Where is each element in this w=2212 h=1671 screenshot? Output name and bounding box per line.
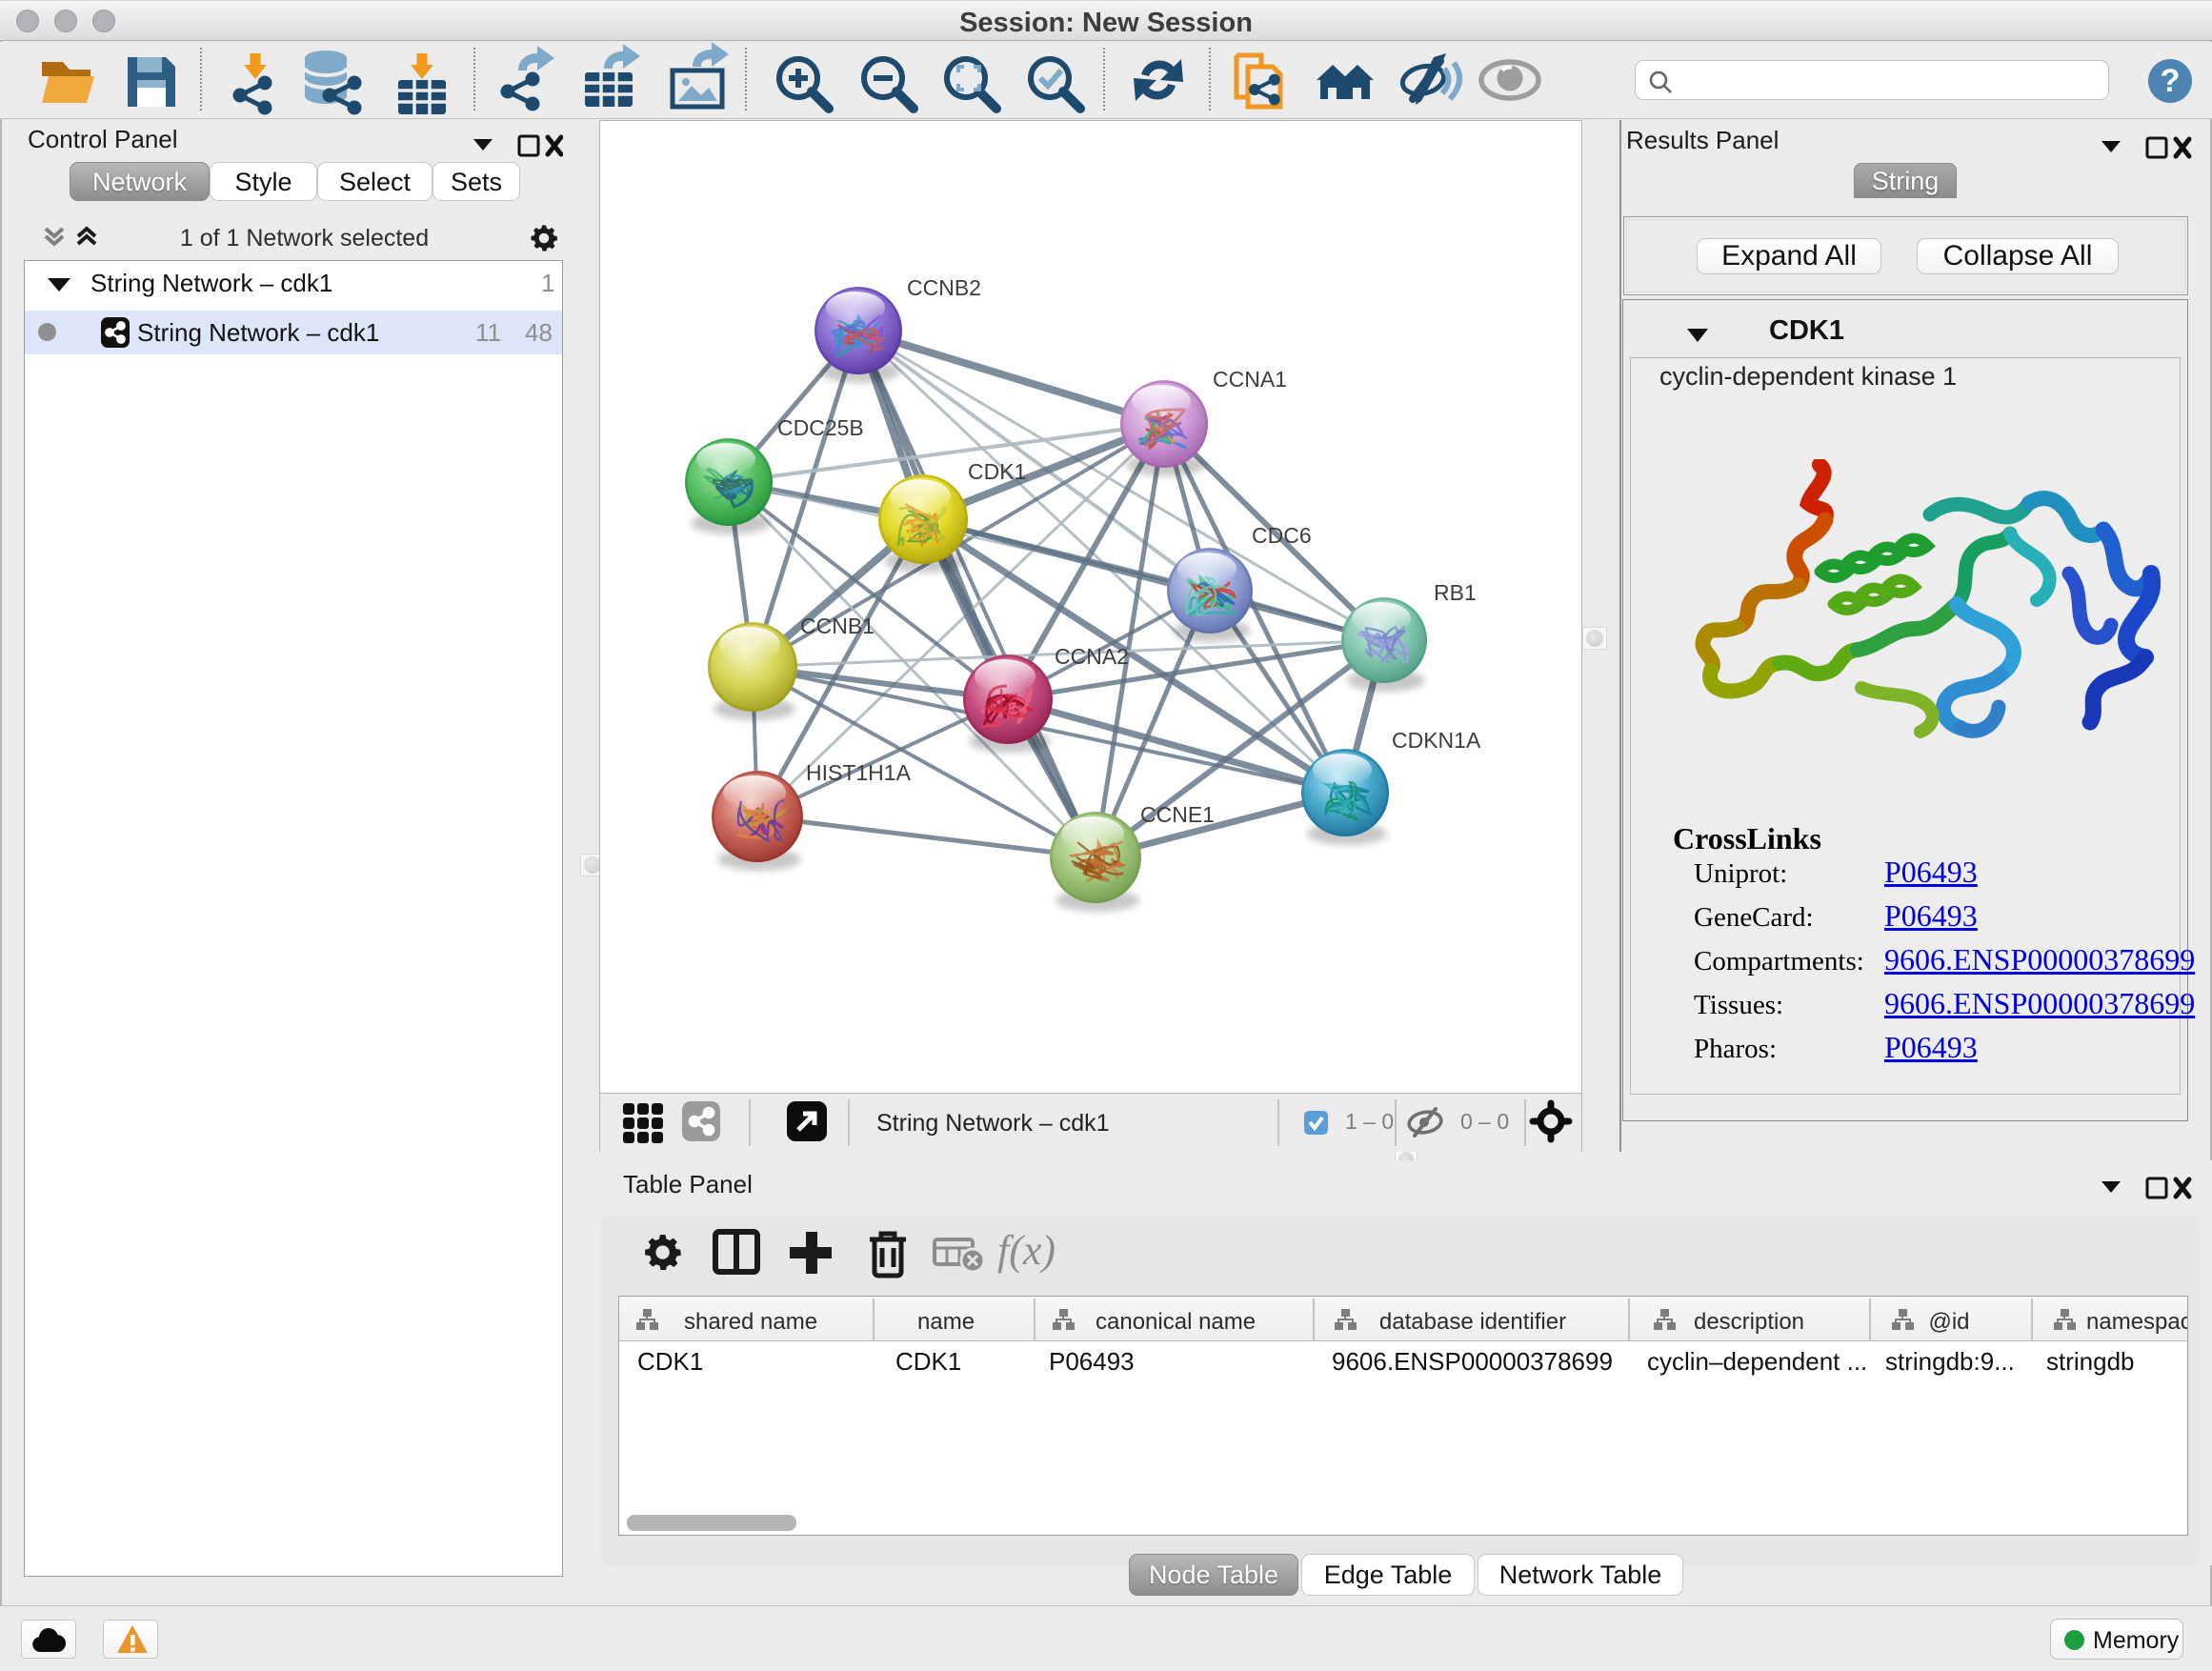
svg-text:CCNB1: CCNB1 bbox=[800, 614, 875, 638]
svg-text:CDK1: CDK1 bbox=[968, 459, 1026, 484]
svg-text:9606.ENSP00000378699: 9606.ENSP00000378699 bbox=[1332, 1347, 1613, 1376]
svg-text:CDC25B: CDC25B bbox=[777, 415, 864, 440]
svg-text:CDKN1A: CDKN1A bbox=[1392, 728, 1481, 753]
svg-text:P06493: P06493 bbox=[1049, 1347, 1135, 1376]
svg-text:f(x): f(x) bbox=[997, 1227, 1056, 1274]
svg-text:stringdb:9...: stringdb:9... bbox=[1885, 1347, 2015, 1376]
svg-text:CDC6: CDC6 bbox=[1252, 523, 1312, 548]
svg-text:1 – 0: 1 – 0 bbox=[1345, 1109, 1394, 1134]
svg-text:description: description bbox=[1694, 1309, 1804, 1335]
svg-text:shared name: shared name bbox=[684, 1309, 817, 1335]
svg-text:CCNB2: CCNB2 bbox=[907, 275, 981, 300]
svg-text:canonical name: canonical name bbox=[1096, 1309, 1256, 1335]
svg-text:HIST1H1A: HIST1H1A bbox=[806, 760, 912, 785]
svg-text:CCNE1: CCNE1 bbox=[1140, 802, 1215, 827]
svg-text:0 – 0: 0 – 0 bbox=[1460, 1109, 1509, 1134]
svg-text:CCNA2: CCNA2 bbox=[1055, 644, 1129, 669]
svg-text:@id: @id bbox=[1928, 1309, 1969, 1335]
svg-text:CDK1: CDK1 bbox=[637, 1347, 703, 1376]
svg-text:namespace: namespace bbox=[2086, 1309, 2187, 1335]
svg-text:CCNA1: CCNA1 bbox=[1213, 367, 1287, 392]
svg-text:RB1: RB1 bbox=[1434, 580, 1477, 605]
svg-text:CDK1: CDK1 bbox=[895, 1347, 961, 1376]
svg-text:String Network – cdk1: String Network – cdk1 bbox=[876, 1110, 1110, 1137]
svg-text:database identifier: database identifier bbox=[1379, 1309, 1566, 1335]
svg-text:cyclin–dependent ...: cyclin–dependent ... bbox=[1647, 1347, 1867, 1376]
svg-text:name: name bbox=[917, 1309, 975, 1335]
svg-text:stringdb: stringdb bbox=[2046, 1347, 2135, 1376]
